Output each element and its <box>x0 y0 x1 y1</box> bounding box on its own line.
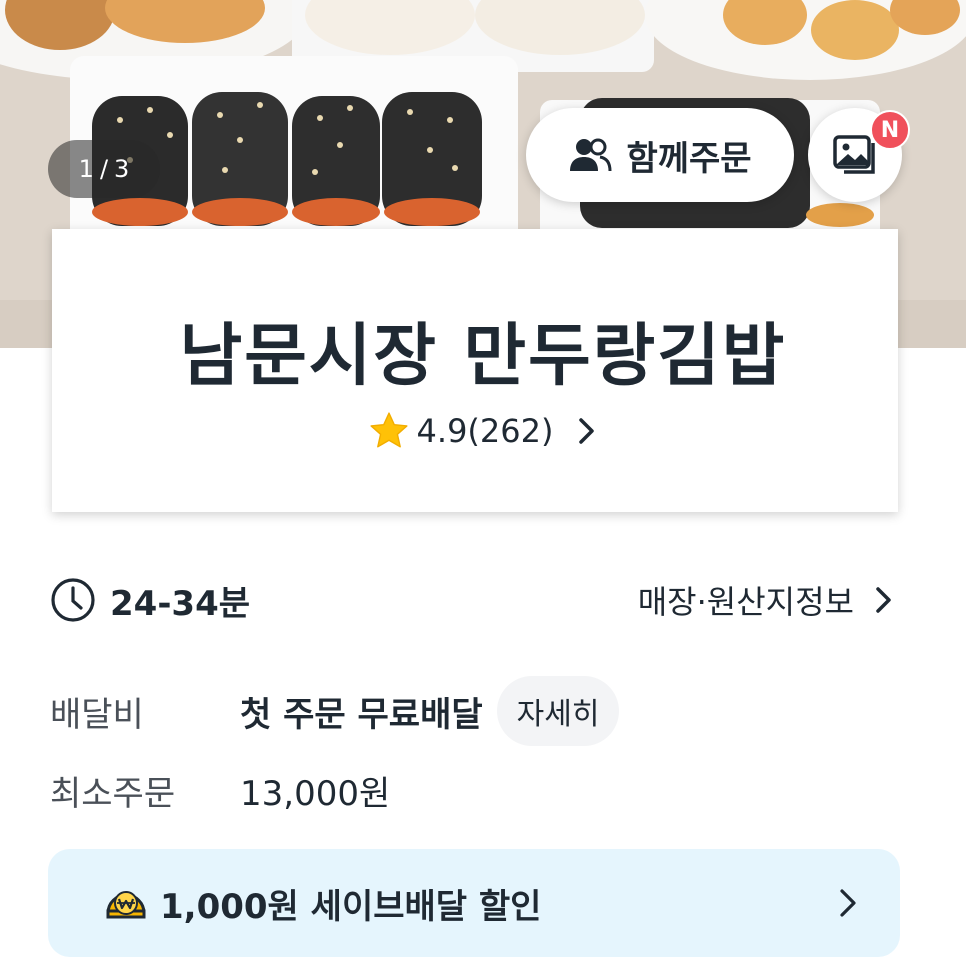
chevron-right-icon <box>579 418 595 444</box>
people-icon <box>570 138 612 172</box>
delivery-fee-value: 첫 주문 무료배달 <box>240 694 483 735</box>
clock-icon <box>51 578 95 622</box>
review-count: (262) <box>467 412 554 450</box>
new-badge: N <box>870 110 910 150</box>
store-origin-info-label: 매장·원산지정보 <box>637 583 854 621</box>
total-pages: 3 <box>114 155 130 183</box>
star-icon <box>369 412 408 448</box>
together-order-label: 함께주문 <box>626 138 752 179</box>
store-origin-info-link[interactable]: 매장·원산지정보 <box>638 577 896 623</box>
store-name: 남문시장 만두랑김밥 <box>179 317 787 396</box>
together-order-button[interactable]: 함께주문 <box>526 108 794 202</box>
delivery-time-value: 24-34분 <box>110 583 251 624</box>
delivery-fee-row: 배달비 첫 주문 무료배달 자세히 <box>50 676 896 746</box>
coin-won-icon <box>106 891 146 919</box>
min-order-label: 최소주문 <box>50 773 176 814</box>
min-order-value: 13,000원 <box>240 773 391 814</box>
delivery-fee-label: 배달비 <box>50 694 144 735</box>
save-delivery-text: 1,000원 세이브배달 할인 <box>160 886 542 927</box>
photo-icon <box>833 135 875 174</box>
delivery-time-row: 24-34분 매장·원산지정보 <box>50 572 896 628</box>
min-order-row: 최소주문 13,000원 <box>50 760 896 820</box>
chevron-right-icon <box>876 587 891 613</box>
image-page-indicator: 1 / 3 <box>48 140 160 198</box>
rating-value: 4.9 <box>416 412 468 450</box>
chevron-right-icon <box>840 889 856 917</box>
current-page: 1 <box>78 155 94 183</box>
page-separator: / <box>99 155 109 183</box>
delivery-time: 24-34분 <box>50 576 250 625</box>
save-delivery-banner[interactable]: 1,000원 세이브배달 할인 <box>48 849 900 957</box>
delivery-fee-detail-button[interactable]: 자세히 <box>496 676 620 746</box>
rating-link[interactable]: 4.9 (262) <box>0 410 966 452</box>
